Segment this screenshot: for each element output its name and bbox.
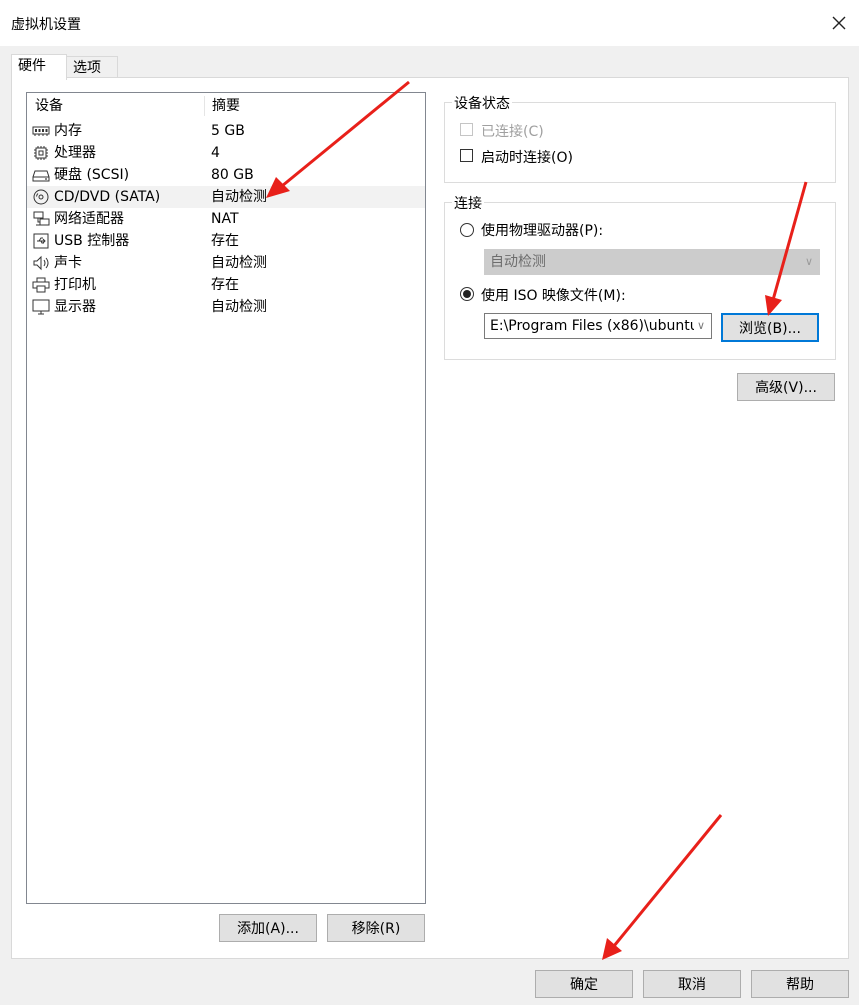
column-header-device[interactable]: 设备	[27, 93, 205, 119]
device-name: 显示器	[54, 299, 96, 315]
device-summary: 自动检测	[211, 189, 267, 205]
device-name: 处理器	[54, 145, 96, 161]
device-summary: 存在	[211, 277, 239, 293]
device-name: 声卡	[54, 255, 82, 271]
physical-drive-label[interactable]: 使用物理驱动器(P):	[481, 220, 603, 240]
sound-card-icon	[33, 255, 49, 271]
device-name: 打印机	[54, 277, 96, 293]
remove-button[interactable]: 移除(R)	[327, 914, 425, 942]
connected-label[interactable]: 已连接(C)	[481, 121, 544, 141]
iso-image-label[interactable]: 使用 ISO 映像文件(M):	[481, 285, 626, 305]
display-icon	[32, 299, 50, 315]
device-summary: 80 GB	[211, 167, 254, 183]
device-name: 内存	[54, 123, 82, 139]
list-item-network-adapter[interactable]: 网络适配器 NAT	[27, 208, 425, 230]
device-summary: 自动检测	[211, 299, 267, 315]
iso-image-radio[interactable]	[460, 287, 474, 301]
chevron-down-icon: ∨	[693, 314, 705, 338]
help-button[interactable]: 帮助	[751, 970, 849, 998]
physical-drive-select[interactable]: 自动检测 ∨	[484, 249, 820, 275]
memory-icon	[32, 126, 50, 136]
iso-path-value: E:\Program Files (x86)\ubuntu	[490, 318, 699, 334]
list-item-processor[interactable]: 处理器 4	[27, 142, 425, 164]
device-status-group	[444, 102, 836, 183]
title-bar	[0, 0, 859, 46]
physical-drive-value: 自动检测	[490, 254, 546, 270]
list-item-memory[interactable]: 内存 5 GB	[27, 120, 425, 142]
device-summary: NAT	[211, 211, 239, 227]
connection-title: 连接	[452, 193, 484, 213]
hard-disk-icon	[32, 170, 50, 182]
ok-button[interactable]: 确定	[535, 970, 633, 998]
add-button[interactable]: 添加(A)...	[219, 914, 317, 942]
advanced-button[interactable]: 高级(V)...	[737, 373, 835, 401]
browse-button[interactable]: 浏览(B)...	[721, 313, 819, 342]
device-summary: 4	[211, 145, 220, 161]
list-item-hard-disk[interactable]: 硬盘 (SCSI) 80 GB	[27, 164, 425, 186]
device-name: USB 控制器	[54, 233, 130, 249]
list-item-printer[interactable]: 打印机 存在	[27, 274, 425, 296]
column-header-summary[interactable]: 摘要	[204, 93, 424, 119]
close-icon	[832, 16, 846, 30]
cancel-button[interactable]: 取消	[643, 970, 741, 998]
device-name: CD/DVD (SATA)	[54, 189, 161, 205]
connect-at-power-on-label[interactable]: 启动时连接(O)	[481, 147, 573, 167]
network-adapter-icon	[33, 211, 50, 226]
usb-icon	[33, 233, 49, 249]
device-name: 硬盘 (SCSI)	[54, 167, 130, 183]
processor-icon	[34, 146, 48, 160]
device-status-title: 设备状态	[452, 93, 512, 113]
list-item-cd-dvd[interactable]: CD/DVD (SATA) 自动检测	[27, 186, 425, 208]
device-summary: 存在	[211, 233, 239, 249]
list-item-display[interactable]: 显示器 自动检测	[27, 296, 425, 318]
device-name: 网络适配器	[54, 211, 124, 227]
list-item-sound-card[interactable]: 声卡 自动检测	[27, 252, 425, 274]
tab-options[interactable]: 选项	[66, 56, 118, 78]
device-list[interactable]: 设备 摘要 内存 5 GB 处理器 4 硬盘 (SCSI) 80 GB CD/D…	[26, 92, 426, 904]
iso-path-combobox[interactable]: E:\Program Files (x86)\ubuntu ∨	[484, 313, 712, 339]
close-button[interactable]	[826, 8, 852, 38]
device-summary: 自动检测	[211, 255, 267, 271]
physical-drive-radio[interactable]	[460, 223, 474, 237]
tab-hardware[interactable]: 硬件	[11, 54, 67, 80]
device-summary: 5 GB	[211, 123, 245, 139]
window-title: 虚拟机设置	[11, 17, 81, 33]
connect-at-power-on-checkbox[interactable]	[460, 149, 473, 162]
list-item-usb-controller[interactable]: USB 控制器 存在	[27, 230, 425, 252]
chevron-down-icon: ∨	[804, 255, 813, 268]
printer-icon	[32, 277, 50, 293]
cd-dvd-icon	[33, 189, 49, 205]
connected-checkbox[interactable]	[460, 123, 473, 136]
